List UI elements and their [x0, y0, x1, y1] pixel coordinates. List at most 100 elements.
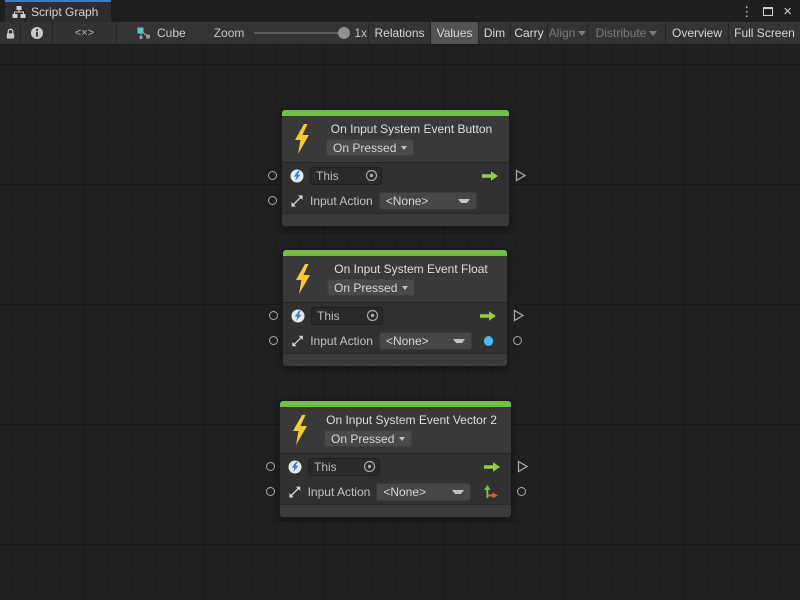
- event-type-dropdown[interactable]: On Pressed: [327, 279, 415, 296]
- values-button[interactable]: Values: [430, 22, 478, 44]
- chevron-down-icon: [401, 146, 407, 150]
- control-input-port[interactable]: [266, 462, 275, 471]
- node-header: On Input System Event Vector 2 On Presse…: [280, 407, 511, 454]
- this-event-icon: [291, 309, 305, 323]
- graph-icon: [12, 5, 26, 19]
- tab-script-graph[interactable]: Script Graph: [5, 0, 111, 22]
- node-on-input-system-event-button[interactable]: On Input System Event Button On Pressed …: [281, 109, 510, 227]
- close-icon[interactable]: ×: [783, 4, 792, 19]
- window-menu-icon[interactable]: ⋮: [740, 5, 753, 18]
- event-type-dropdown[interactable]: On Pressed: [326, 139, 414, 156]
- info-button[interactable]: [21, 22, 53, 44]
- window-controls: ⋮ ×: [740, 0, 800, 22]
- distribute-label: Distribute: [596, 26, 647, 40]
- this-field-value: This: [311, 169, 365, 183]
- chevron-down-icon: [458, 199, 470, 203]
- object-picker-icon[interactable]: [365, 169, 378, 182]
- vector2-value-icon: [483, 484, 499, 500]
- dim-label: Dim: [484, 26, 505, 40]
- node-on-input-system-event-vector2[interactable]: On Input System Event Vector 2 On Presse…: [279, 400, 512, 518]
- vector2-value-output-port[interactable]: [517, 487, 526, 496]
- event-type-value: On Pressed: [333, 141, 396, 155]
- this-field-value: This: [309, 460, 363, 474]
- control-output-port[interactable]: [516, 460, 529, 473]
- value-input-port[interactable]: [268, 196, 277, 205]
- align-label: Align: [549, 26, 576, 40]
- object-picker-icon[interactable]: [363, 460, 376, 473]
- node-title: On Input System Event Float: [323, 262, 499, 276]
- node-footer: [282, 213, 509, 226]
- node-on-input-system-event-float[interactable]: On Input System Event Float On Pressed T…: [282, 249, 508, 367]
- this-object-field[interactable]: This: [308, 458, 380, 476]
- node-footer: [283, 353, 507, 366]
- control-input-port[interactable]: [269, 311, 278, 320]
- input-action-icon: [290, 194, 304, 208]
- node-title: On Input System Event Button: [322, 122, 501, 136]
- values-label: Values: [437, 26, 473, 40]
- input-action-dropdown[interactable]: <None>: [379, 332, 472, 350]
- zoom-label: Zoom: [214, 26, 245, 40]
- control-output-port[interactable]: [514, 169, 527, 182]
- node-body: This: [282, 163, 509, 213]
- maximize-icon[interactable]: [763, 7, 773, 16]
- control-output-arrow-icon: [483, 461, 501, 473]
- this-object-field[interactable]: This: [311, 307, 383, 325]
- event-type-value: On Pressed: [331, 432, 394, 446]
- event-bolt-icon: [292, 415, 308, 445]
- code-view-button[interactable]: <×>: [53, 22, 117, 44]
- dim-button[interactable]: Dim: [478, 22, 510, 44]
- script-machine-icon: [137, 27, 151, 40]
- input-action-label: Input Action: [310, 334, 373, 348]
- this-object-field[interactable]: This: [310, 167, 382, 185]
- overview-label: Overview: [672, 26, 722, 40]
- graph-canvas[interactable]: On Input System Event Button On Pressed …: [0, 45, 800, 600]
- chevron-down-icon: [649, 31, 657, 36]
- node-header: On Input System Event Button On Pressed: [282, 116, 509, 163]
- control-output-port[interactable]: [512, 309, 525, 322]
- event-type-value: On Pressed: [334, 281, 397, 295]
- chevron-down-icon: [578, 31, 586, 36]
- control-output-arrow-icon: [479, 310, 497, 322]
- chevron-down-icon: [399, 437, 405, 441]
- overview-button[interactable]: Overview: [665, 22, 728, 44]
- zoom-slider-track[interactable]: [254, 32, 346, 34]
- control-input-port[interactable]: [268, 171, 277, 180]
- this-event-icon: [288, 460, 302, 474]
- zoom-slider-handle[interactable]: [338, 27, 350, 39]
- full-screen-label: Full Screen: [734, 26, 795, 40]
- lock-icon: [4, 27, 17, 40]
- graph-reference[interactable]: Cube: [137, 22, 186, 44]
- node-footer: [280, 504, 511, 517]
- zoom-control: Zoom 1x: [214, 22, 367, 44]
- zoom-value: 1x: [354, 26, 367, 40]
- value-input-port[interactable]: [266, 487, 275, 496]
- float-value-icon: [484, 336, 493, 346]
- distribute-button[interactable]: Distribute: [587, 22, 665, 44]
- input-action-dropdown[interactable]: <None>: [379, 192, 477, 210]
- script-graph-window: Script Graph ⋮ × <×>: [0, 0, 800, 600]
- input-action-dropdown[interactable]: <None>: [376, 483, 471, 501]
- lock-button[interactable]: [0, 22, 21, 44]
- full-screen-button[interactable]: Full Screen: [728, 22, 800, 44]
- target-row: This: [283, 303, 507, 328]
- info-icon: [30, 26, 44, 40]
- input-action-value: <None>: [377, 485, 426, 499]
- node-body: This: [280, 454, 511, 504]
- value-input-port[interactable]: [269, 336, 278, 345]
- this-event-icon: [290, 169, 304, 183]
- target-row: This: [282, 163, 509, 188]
- target-row: This: [280, 454, 511, 479]
- toolbar-button-group: Relations Values Dim Carry Align Distrib…: [368, 22, 800, 44]
- relations-button[interactable]: Relations: [368, 22, 430, 44]
- tab-bar: Script Graph ⋮ ×: [0, 0, 800, 22]
- event-type-dropdown[interactable]: On Pressed: [324, 430, 412, 447]
- event-bolt-icon: [295, 264, 311, 294]
- object-picker-icon[interactable]: [366, 309, 379, 322]
- tab-label: Script Graph: [31, 5, 98, 19]
- float-value-output-port[interactable]: [513, 336, 522, 345]
- carry-label: Carry: [514, 26, 543, 40]
- input-action-row: Input Action <None>: [282, 188, 509, 213]
- align-button[interactable]: Align: [547, 22, 587, 44]
- carry-button[interactable]: Carry: [510, 22, 547, 44]
- node-body: This: [283, 303, 507, 353]
